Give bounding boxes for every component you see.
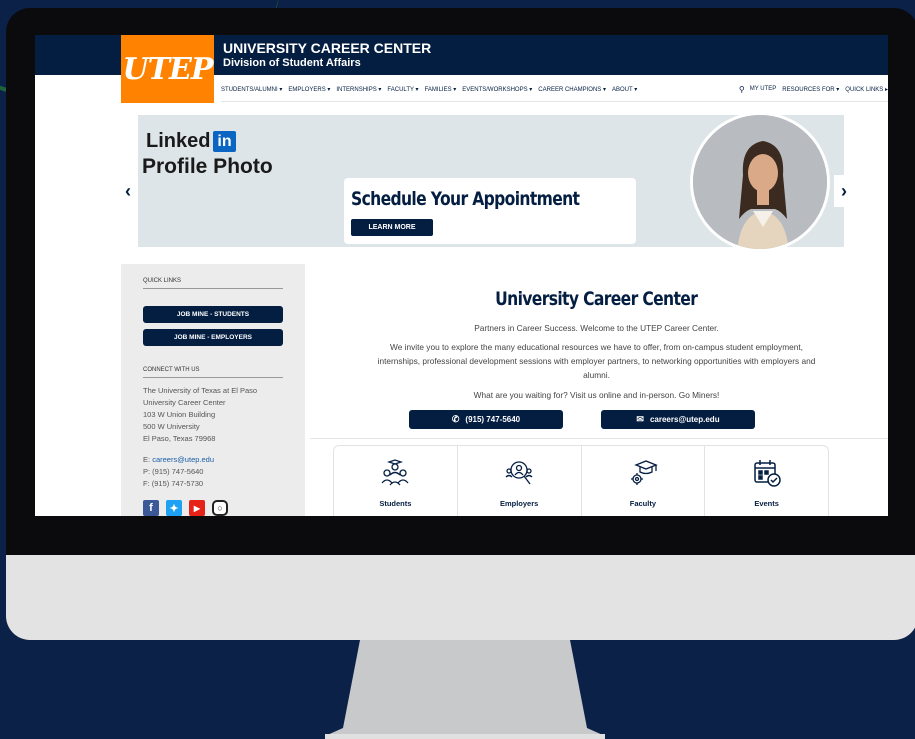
nav-events-workshops[interactable]: EVENTS/WORKSHOPS ▾ xyxy=(462,86,532,93)
linkedin-logo-icon: in xyxy=(213,131,236,152)
email-link[interactable]: careers@utep.edu xyxy=(152,455,214,464)
card-label: Students xyxy=(379,499,412,508)
envelope-icon: ✉ xyxy=(636,414,644,424)
card-employers[interactable]: Employers xyxy=(458,446,582,516)
address-block: The University of Texas at El Paso Unive… xyxy=(143,385,257,445)
audience-cards: Students Employers Faculty Events xyxy=(333,445,829,516)
nav-employers[interactable]: EMPLOYERS ▾ xyxy=(288,86,330,93)
site-title[interactable]: UNIVERSITY CAREER CENTER xyxy=(223,41,431,56)
card-label: Faculty xyxy=(629,499,656,508)
quick-links-heading: QUICK LINKS xyxy=(143,278,283,289)
calendar-check-icon xyxy=(753,460,781,487)
learn-more-button[interactable]: LEARN MORE xyxy=(351,219,433,236)
address-line: El Paso, Texas 79968 xyxy=(143,434,216,443)
social-links: f ✦ ▶ ○ xyxy=(143,500,228,516)
page-title: University Career Center xyxy=(495,288,698,310)
students-icon xyxy=(381,459,409,486)
nav-quick-links[interactable]: QUICK LINKS ▸ xyxy=(845,86,888,93)
intro-paragraph: We invite you to explore the many educat… xyxy=(377,342,816,380)
content-divider xyxy=(310,438,888,439)
email-button[interactable]: ✉ careers@utep.edu xyxy=(601,410,755,429)
tagline: Partners in Career Success. Welcome to t… xyxy=(474,323,719,333)
connect-heading: CONNECT WITH US xyxy=(143,367,283,378)
fax-line: F: (915) 747-5730 xyxy=(143,479,204,488)
carousel-prev-icon[interactable]: ‹ xyxy=(123,175,133,207)
hero-banner: Linked in Profile Photo Schedule Your Ap… xyxy=(138,112,844,252)
cta-text: What are you waiting for? Visit us onlin… xyxy=(473,390,720,400)
instagram-icon[interactable]: ○ xyxy=(212,500,228,516)
monitor-stand xyxy=(325,640,605,739)
nav-resources-for[interactable]: RESOURCES FOR ▾ xyxy=(782,86,839,93)
search-icon[interactable]: ⚲ xyxy=(739,85,745,94)
job-mine-students-button[interactable]: JOB MINE - STUDENTS xyxy=(143,306,283,323)
screen: UTEP UNIVERSITY CAREER CENTER Division o… xyxy=(35,35,888,516)
nav-divider xyxy=(221,101,888,102)
utep-logo[interactable]: UTEP xyxy=(121,35,214,103)
card-faculty[interactable]: Faculty xyxy=(582,446,706,516)
nav-career-champions[interactable]: CAREER CHAMPIONS ▾ xyxy=(538,86,606,93)
monitor-chin xyxy=(6,555,915,640)
card-label: Events xyxy=(754,499,779,508)
site-subtitle[interactable]: Division of Student Affairs xyxy=(223,57,361,69)
linkedin-word: Linked xyxy=(146,130,211,152)
faculty-icon xyxy=(630,460,658,485)
phone-icon: ✆ xyxy=(451,414,460,424)
carousel-next-icon[interactable]: › xyxy=(834,175,854,207)
appointment-title: Schedule Your Appointment xyxy=(351,188,580,210)
nav-families[interactable]: FAMILIES ▾ xyxy=(425,86,457,93)
card-label: Employers xyxy=(499,499,539,508)
email-line: E: careers@utep.edu xyxy=(143,454,214,466)
nav-faculty[interactable]: FACULTY ▾ xyxy=(387,86,418,93)
twitter-icon[interactable]: ✦ xyxy=(166,500,182,516)
phone-button[interactable]: ✆ (915) 747-5640 xyxy=(409,410,563,429)
address-line: 103 W Union Building xyxy=(143,410,216,419)
youtube-icon[interactable]: ▶ xyxy=(189,500,205,516)
nav-students-alumni[interactable]: STUDENTS/ALUMNI ▾ xyxy=(221,86,282,93)
nav-my-utep[interactable]: MY UTEP xyxy=(750,86,777,92)
card-events[interactable]: Events xyxy=(705,446,828,516)
card-students[interactable]: Students xyxy=(334,446,458,516)
person-photo-illustration xyxy=(693,115,827,249)
contact-block: E: careers@utep.edu P: (915) 747-5640 F:… xyxy=(143,454,214,490)
email-label: E: xyxy=(143,455,151,464)
address-line: The University of Texas at El Paso xyxy=(143,386,258,395)
address-line: University Career Center xyxy=(143,398,226,407)
nav-about[interactable]: ABOUT ▾ xyxy=(612,86,637,93)
phone-line: P: (915) 747-5640 xyxy=(143,467,204,476)
facebook-icon[interactable]: f xyxy=(143,500,159,516)
job-mine-employers-button[interactable]: JOB MINE - EMPLOYERS xyxy=(143,329,283,346)
address-line: 500 W University xyxy=(143,422,200,431)
nav-internships[interactable]: INTERNSHIPS ▾ xyxy=(336,86,381,93)
appointment-card: Schedule Your Appointment LEARN MORE xyxy=(344,178,636,244)
main-nav: STUDENTS/ALUMNI ▾ EMPLOYERS ▾ INTERNSHIP… xyxy=(221,82,888,96)
employers-icon xyxy=(505,461,533,485)
sidebar: QUICK LINKS JOB MINE - STUDENTS JOB MINE… xyxy=(121,264,305,516)
linkedin-subtitle: Profile Photo xyxy=(142,155,273,178)
profile-photo xyxy=(690,112,830,252)
